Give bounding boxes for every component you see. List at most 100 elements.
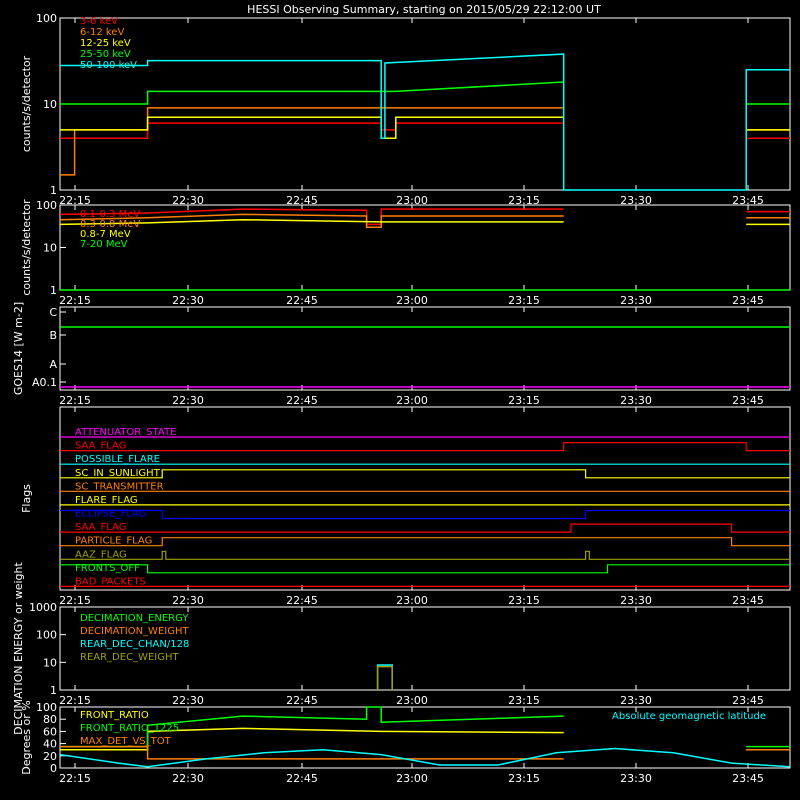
goes-xtick-label: 23:45 — [732, 394, 764, 407]
hi_energy-ytick-label: 1 — [50, 284, 57, 297]
lo_energy-frame — [59, 17, 791, 191]
hi_energy-ylabel: counts/s/detector — [20, 199, 33, 296]
lo_energy-ytick-label: 100 — [36, 12, 57, 25]
hi_energy-xtick-label: 23:30 — [620, 294, 652, 307]
decimation-legend-2: REAR_DEC_CHAN/128 — [80, 639, 189, 650]
goes-ylabel: GOES14 [W m-2] — [12, 302, 25, 395]
decimation-ytick-label: 1 — [50, 684, 57, 697]
flag-line-10 — [60, 564, 790, 574]
hi_energy-series-1 — [59, 213, 790, 228]
ratios-ytick-label: 40 — [43, 738, 57, 751]
ratios-ytick-label: 20 — [43, 750, 57, 763]
hi_energy-xtick-label: 23:45 — [732, 294, 764, 307]
decimation-series-2 — [376, 664, 393, 690]
ratios-xtick-label: 22:15 — [59, 772, 91, 785]
ratios-xtick-label: 23:15 — [508, 772, 540, 785]
flags-xtick-label: 23:15 — [508, 594, 540, 607]
flag-label-2: POSSIBLE_FLARE — [75, 454, 160, 465]
decimation-ytick-label: 10 — [43, 656, 57, 669]
ratios-ytick-label: 0 — [50, 762, 57, 775]
lo_energy-legend-3: 25-50 keV — [80, 49, 131, 60]
decimation-xtick-label: 23:30 — [620, 694, 652, 707]
goes-xtick-label: 22:30 — [172, 394, 204, 407]
flag-line-8 — [60, 537, 790, 547]
decimation-xtick-label: 23:00 — [396, 694, 428, 707]
goes-frame — [59, 306, 791, 391]
goes-xtick-label: 23:15 — [508, 394, 540, 407]
lo_energy-ytick-label: 10 — [43, 98, 57, 111]
decimation-xtick-label: 23:45 — [732, 694, 764, 707]
flags-xtick-label: 22:45 — [286, 594, 318, 607]
decimation-series-3 — [376, 665, 393, 690]
decimation-legend-0: DECIMATION_ENERGY — [80, 613, 189, 624]
flag-label-11: BAD_PACKETS — [75, 576, 146, 587]
flag-label-8: PARTICLE_FLAG — [75, 536, 152, 547]
figure-title: HESSI Observing Summary, starting on 201… — [247, 3, 601, 16]
flag-label-4: SC_TRANSMITTER — [75, 481, 164, 492]
lo_energy-series-2 — [60, 116, 790, 139]
flag-label-7: SAA_FLAG — [75, 522, 126, 533]
lo_energy-series-4 — [60, 53, 790, 191]
flags-xtick-label: 22:30 — [172, 594, 204, 607]
lo_energy-legend-1: 6-12 keV — [80, 27, 124, 38]
goes-ytick-label: A — [49, 358, 57, 371]
flag-label-3: SC_IN_SUNLIGHT — [75, 468, 161, 479]
hi_energy-xtick-label: 23:15 — [508, 294, 540, 307]
hi_energy-xtick-label: 22:30 — [172, 294, 204, 307]
flags-xtick-label: 23:30 — [620, 594, 652, 607]
lo_energy-legend-0: 3-6 keV — [80, 16, 118, 27]
ratios-xtick-label: 22:30 — [172, 772, 204, 785]
hi_energy-ytick-label: 100 — [36, 199, 57, 212]
ratios-ylabel: Degrees or % — [20, 700, 33, 774]
ratios-ytick-label: 100 — [36, 701, 57, 714]
ratios-legend-1: FRONT_RATIO_1225 — [80, 723, 179, 734]
flag-line-6 — [60, 509, 790, 520]
flag-label-9: AAZ_FLAG — [75, 549, 127, 560]
lo_energy-series-0 — [60, 122, 790, 139]
goes-ytick-label: A0.1 — [32, 376, 57, 389]
decimation-xtick-label: 22:45 — [286, 694, 318, 707]
ratios-xtick-label: 22:45 — [286, 772, 318, 785]
ratios-ytick-label: 80 — [43, 713, 57, 726]
decimation-legend-3: REAR_DEC_WEIGHT — [80, 652, 179, 663]
decimation-legend-1: DECIMATION_WEIGHT — [80, 626, 189, 637]
goes-ytick-label: B — [49, 329, 57, 342]
decimation-xtick-label: 23:15 — [508, 694, 540, 707]
lo_energy-legend-2: 12-25 keV — [80, 38, 131, 49]
ratios-series-2 — [60, 745, 790, 760]
flag-label-1: SAA_FLAG — [75, 441, 126, 452]
flags-ylabel: Flags — [20, 484, 33, 513]
flags-xtick-label: 23:00 — [396, 594, 428, 607]
goes-xtick-label: 23:30 — [620, 394, 652, 407]
hi_energy-xtick-label: 23:00 — [396, 294, 428, 307]
lo_energy-series-3 — [60, 81, 790, 105]
lo_energy-legend-4: 50-100 keV — [80, 60, 137, 71]
flag-line-1 — [60, 442, 790, 452]
hessi-summary-figure: HESSI Observing Summary, starting on 201… — [12, 3, 791, 785]
decimation-xtick-label: 22:15 — [59, 694, 91, 707]
decimation-ytick-label: 100 — [36, 629, 57, 642]
flags-xtick-label: 23:45 — [732, 594, 764, 607]
decimation-ytick-label: 1000 — [29, 601, 57, 614]
goes-xtick-label: 23:00 — [396, 394, 428, 407]
ratios-annotation: Absolute geomagnetic latitude — [612, 711, 766, 722]
flag-label-5: FLARE_FLAG — [75, 495, 138, 506]
ratios-legend-2: MAX_DET_VS_TOT — [80, 736, 172, 747]
goes-xtick-label: 22:45 — [286, 394, 318, 407]
flag-label-0: ATTENUATOR_STATE — [75, 427, 176, 438]
hi_energy-series-2 — [59, 218, 790, 226]
lo_energy-ytick-label: 1 — [50, 184, 57, 197]
decimation-xtick-label: 22:30 — [172, 694, 204, 707]
flag-line-3 — [60, 469, 790, 479]
ratios-series-3 — [59, 747, 791, 768]
ratios-xtick-label: 23:00 — [396, 772, 428, 785]
goes-ytick-label: C — [49, 306, 57, 319]
hi_energy-xtick-label: 22:15 — [59, 294, 91, 307]
ratios-xtick-label: 23:45 — [732, 772, 764, 785]
flag-line-9 — [60, 550, 790, 560]
hi_energy-ytick-label: 10 — [43, 242, 57, 255]
ratios-xtick-label: 23:30 — [620, 772, 652, 785]
goes-xtick-label: 22:15 — [59, 394, 91, 407]
flags-xtick-label: 22:15 — [59, 594, 91, 607]
lo_energy-ylabel: counts/s/detector — [20, 55, 33, 152]
